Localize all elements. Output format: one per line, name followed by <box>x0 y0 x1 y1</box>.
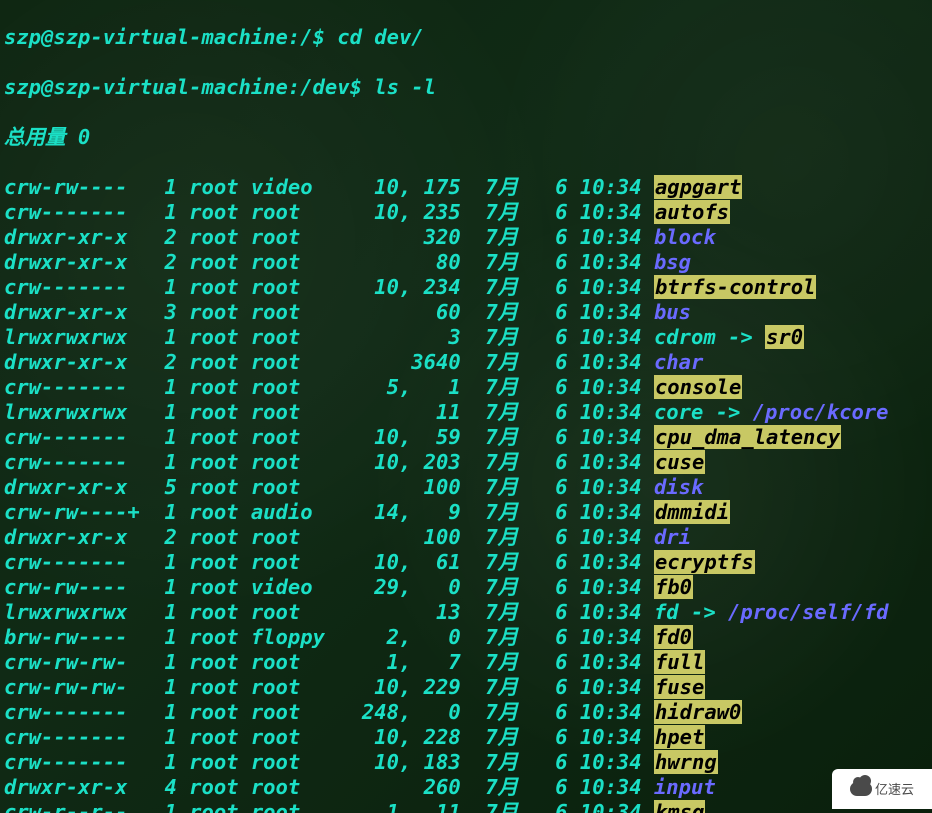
ls-row: brw-rw---- 1 root floppy 2, 0 7月 6 10:34… <box>4 625 888 650</box>
file-name: disk <box>654 475 703 499</box>
file-meta: crw-rw----+ 1 root audio 14, 9 7月 6 10:3… <box>4 500 654 524</box>
file-meta: crw------- 1 root root 248, 0 7月 6 10:34 <box>4 700 654 724</box>
ls-row: crw------- 1 root root 5, 1 7月 6 10:34 c… <box>4 375 888 400</box>
ls-row: crw-rw----+ 1 root audio 14, 9 7月 6 10:3… <box>4 500 888 525</box>
symlink-target: sr0 <box>765 325 804 349</box>
command-text: cd dev/ <box>337 25 423 49</box>
file-name: char <box>654 350 703 374</box>
ls-row: drwxr-xr-x 4 root root 260 7月 6 10:34 in… <box>4 775 888 800</box>
file-meta: crw-rw---- 1 root video 29, 0 7月 6 10:34 <box>4 575 654 599</box>
symlink-target: /proc/self/fd <box>728 600 888 624</box>
file-name: fd <box>654 600 679 624</box>
file-name: bsg <box>654 250 691 274</box>
file-name: agpgart <box>654 175 742 199</box>
terminal-output: szp@szp-virtual-machine:/$ cd dev/ szp@s… <box>4 0 888 813</box>
file-meta: drwxr-xr-x 3 root root 60 7月 6 10:34 <box>4 300 654 324</box>
file-meta: drwxr-xr-x 4 root root 260 7月 6 10:34 <box>4 775 654 799</box>
file-name: fuse <box>654 675 705 699</box>
symlink-target: /proc/kcore <box>753 400 889 424</box>
symlink-arrow: -> <box>679 600 728 624</box>
file-name: block <box>654 225 716 249</box>
file-name: autofs <box>654 200 730 224</box>
file-meta: crw------- 1 root root 10, 61 7月 6 10:34 <box>4 550 654 574</box>
file-name: full <box>654 650 705 674</box>
file-meta: drwxr-xr-x 2 root root 100 7月 6 10:34 <box>4 525 654 549</box>
ls-row: crw-rw-rw- 1 root root 10, 229 7月 6 10:3… <box>4 675 888 700</box>
symlink-arrow: -> <box>703 400 752 424</box>
file-name: hpet <box>654 725 705 749</box>
file-meta: drwxr-xr-x 5 root root 100 7月 6 10:34 <box>4 475 654 499</box>
file-meta: drwxr-xr-x 2 root root 320 7月 6 10:34 <box>4 225 654 249</box>
command-text: ls -l <box>374 75 436 99</box>
file-meta: lrwxrwxrwx 1 root root 13 7月 6 10:34 <box>4 600 654 624</box>
ls-row: crw-r--r-- 1 root root 1, 11 7月 6 10:34 … <box>4 800 888 813</box>
file-name: input <box>654 775 716 799</box>
file-name: cuse <box>654 450 705 474</box>
file-meta: crw-rw---- 1 root video 10, 175 7月 6 10:… <box>4 175 654 199</box>
prompt-user: szp@szp-virtual-machine <box>4 75 288 99</box>
ls-row: crw------- 1 root root 10, 61 7月 6 10:34… <box>4 550 888 575</box>
file-name: console <box>654 375 742 399</box>
file-name: fb0 <box>654 575 693 599</box>
ls-row: crw------- 1 root root 10, 234 7月 6 10:3… <box>4 275 888 300</box>
file-meta: crw------- 1 root root 10, 59 7月 6 10:34 <box>4 425 654 449</box>
ls-row: crw------- 1 root root 10, 235 7月 6 10:3… <box>4 200 888 225</box>
file-name: hwrng <box>654 750 718 774</box>
ls-row: crw------- 1 root root 10, 203 7月 6 10:3… <box>4 450 888 475</box>
ls-row: crw------- 1 root root 10, 59 7月 6 10:34… <box>4 425 888 450</box>
ls-row: crw-rw---- 1 root video 10, 175 7月 6 10:… <box>4 175 888 200</box>
file-name: dri <box>654 525 691 549</box>
ls-row: lrwxrwxrwx 1 root root 3 7月 6 10:34 cdro… <box>4 325 888 350</box>
file-meta: crw-r--r-- 1 root root 1, 11 7月 6 10:34 <box>4 800 654 813</box>
file-name: btrfs-control <box>654 275 816 299</box>
file-meta: crw------- 1 root root 10, 203 7月 6 10:3… <box>4 450 654 474</box>
ls-row: drwxr-xr-x 2 root root 3640 7月 6 10:34 c… <box>4 350 888 375</box>
prompt-path: /dev <box>300 75 349 99</box>
ls-row: crw-rw---- 1 root video 29, 0 7月 6 10:34… <box>4 575 888 600</box>
ls-row: lrwxrwxrwx 1 root root 13 7月 6 10:34 fd … <box>4 600 888 625</box>
file-name: dmmidi <box>654 500 730 524</box>
file-meta: lrwxrwxrwx 1 root root 3 7月 6 10:34 <box>4 325 654 349</box>
symlink-arrow: -> <box>716 325 765 349</box>
total-line: 总用量 0 <box>4 125 888 150</box>
file-meta: brw-rw---- 1 root floppy 2, 0 7月 6 10:34 <box>4 625 654 649</box>
file-meta: crw------- 1 root root 10, 235 7月 6 10:3… <box>4 200 654 224</box>
file-meta: lrwxrwxrwx 1 root root 11 7月 6 10:34 <box>4 400 654 424</box>
ls-row: crw------- 1 root root 10, 183 7月 6 10:3… <box>4 750 888 775</box>
file-name: bus <box>654 300 691 324</box>
file-name: cpu_dma_latency <box>654 425 841 449</box>
file-name: cdrom <box>654 325 716 349</box>
watermark-text: 亿速云 <box>875 777 914 802</box>
watermark-badge: 亿速云 <box>832 769 932 809</box>
prompt-user: szp@szp-virtual-machine <box>4 25 288 49</box>
prompt-line-2: szp@szp-virtual-machine:/dev$ ls -l <box>4 75 888 100</box>
ls-row: drwxr-xr-x 3 root root 60 7月 6 10:34 bus <box>4 300 888 325</box>
ls-row: drwxr-xr-x 2 root root 100 7月 6 10:34 dr… <box>4 525 888 550</box>
file-name: hidraw0 <box>654 700 742 724</box>
file-meta: crw------- 1 root root 5, 1 7月 6 10:34 <box>4 375 654 399</box>
file-meta: drwxr-xr-x 2 root root 3640 7月 6 10:34 <box>4 350 654 374</box>
ls-row: crw------- 1 root root 248, 0 7月 6 10:34… <box>4 700 888 725</box>
prompt-path: / <box>300 25 312 49</box>
file-meta: crw------- 1 root root 10, 183 7月 6 10:3… <box>4 750 654 774</box>
ls-row: lrwxrwxrwx 1 root root 11 7月 6 10:34 cor… <box>4 400 888 425</box>
file-name: kmsg <box>654 800 705 813</box>
ls-row: crw-rw-rw- 1 root root 1, 7 7月 6 10:34 f… <box>4 650 888 675</box>
file-name: ecryptfs <box>654 550 755 574</box>
ls-row: drwxr-xr-x 2 root root 80 7月 6 10:34 bsg <box>4 250 888 275</box>
ls-row: drwxr-xr-x 2 root root 320 7月 6 10:34 bl… <box>4 225 888 250</box>
ls-row: crw------- 1 root root 10, 228 7月 6 10:3… <box>4 725 888 750</box>
file-meta: crw------- 1 root root 10, 234 7月 6 10:3… <box>4 275 654 299</box>
file-name: core <box>654 400 703 424</box>
file-meta: crw-rw-rw- 1 root root 10, 229 7月 6 10:3… <box>4 675 654 699</box>
file-name: fd0 <box>654 625 693 649</box>
cloud-icon <box>850 782 872 796</box>
file-meta: drwxr-xr-x 2 root root 80 7月 6 10:34 <box>4 250 654 274</box>
prompt-line-1: szp@szp-virtual-machine:/$ cd dev/ <box>4 25 888 50</box>
ls-row: drwxr-xr-x 5 root root 100 7月 6 10:34 di… <box>4 475 888 500</box>
file-meta: crw-rw-rw- 1 root root 1, 7 7月 6 10:34 <box>4 650 654 674</box>
file-meta: crw------- 1 root root 10, 228 7月 6 10:3… <box>4 725 654 749</box>
